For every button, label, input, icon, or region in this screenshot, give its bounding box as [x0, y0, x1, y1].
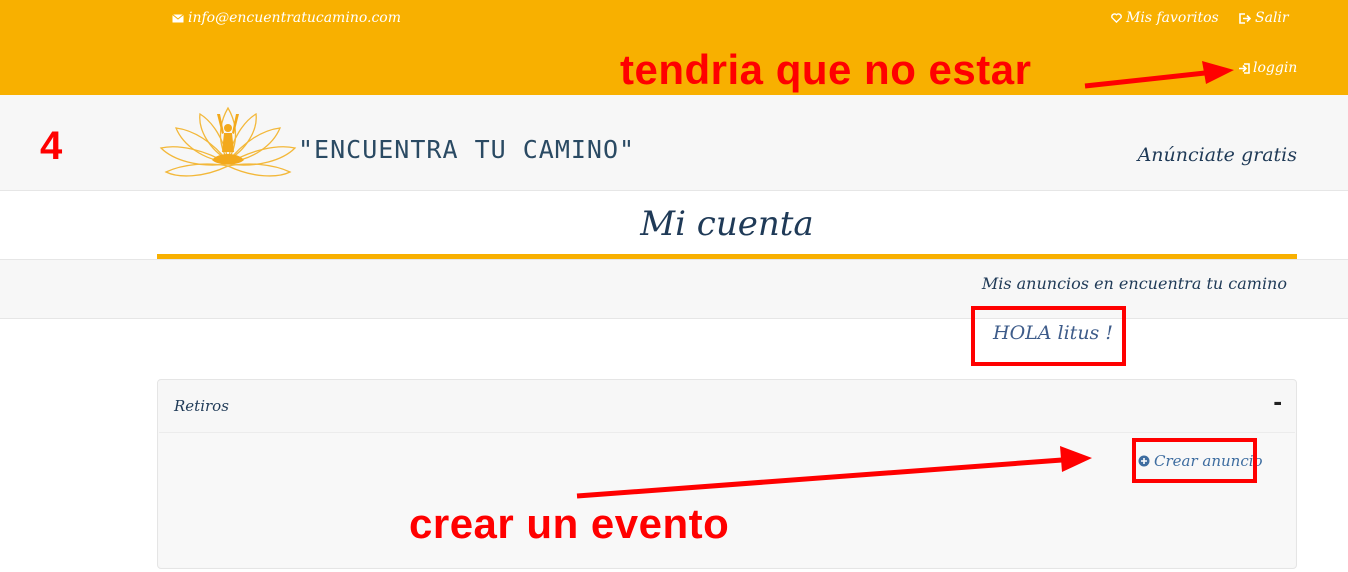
greeting-highlight-box	[971, 306, 1126, 366]
page-title: Mi cuenta	[640, 204, 814, 244]
panel-title: Retiros	[174, 397, 229, 415]
collapse-toggle[interactable]: -	[1273, 386, 1282, 417]
advertise-free-link[interactable]: Anúnciate gratis	[1138, 144, 1297, 166]
login-label: loggin	[1253, 60, 1298, 76]
create-ad-highlight-box	[1132, 438, 1257, 483]
lotus-logo[interactable]	[158, 100, 298, 186]
login-link[interactable]: loggin	[1238, 60, 1297, 76]
annotation-note-top: tendria que no estar	[620, 46, 1032, 93]
account-subnav: Mis anuncios en encuentra tu camino	[0, 259, 1348, 319]
logout-label: Salir	[1255, 10, 1289, 26]
favorites-label: Mis favoritos	[1126, 10, 1219, 26]
logout-icon	[1239, 12, 1251, 24]
my-ads-link[interactable]: Mis anuncios en encuentra tu camino	[982, 274, 1287, 293]
step-number-annotation: 4	[40, 124, 63, 168]
panel-header[interactable]: Retiros -	[158, 380, 1296, 432]
site-header: "ENCUENTRA TU CAMINO" Anúnciate gratis	[0, 95, 1348, 191]
contact-email[interactable]: info@encuentratucamino.com	[172, 10, 401, 26]
contact-email-text: info@encuentratucamino.com	[188, 10, 402, 26]
login-icon	[1239, 62, 1250, 74]
favorites-link[interactable]: Mis favoritos	[1111, 10, 1219, 26]
brand-name[interactable]: "ENCUENTRA TU CAMINO"	[298, 135, 635, 164]
envelope-icon	[172, 13, 184, 22]
logout-link[interactable]: Salir	[1239, 10, 1289, 26]
annotation-note-bottom: crear un evento	[409, 500, 730, 547]
heart-icon	[1111, 13, 1122, 23]
